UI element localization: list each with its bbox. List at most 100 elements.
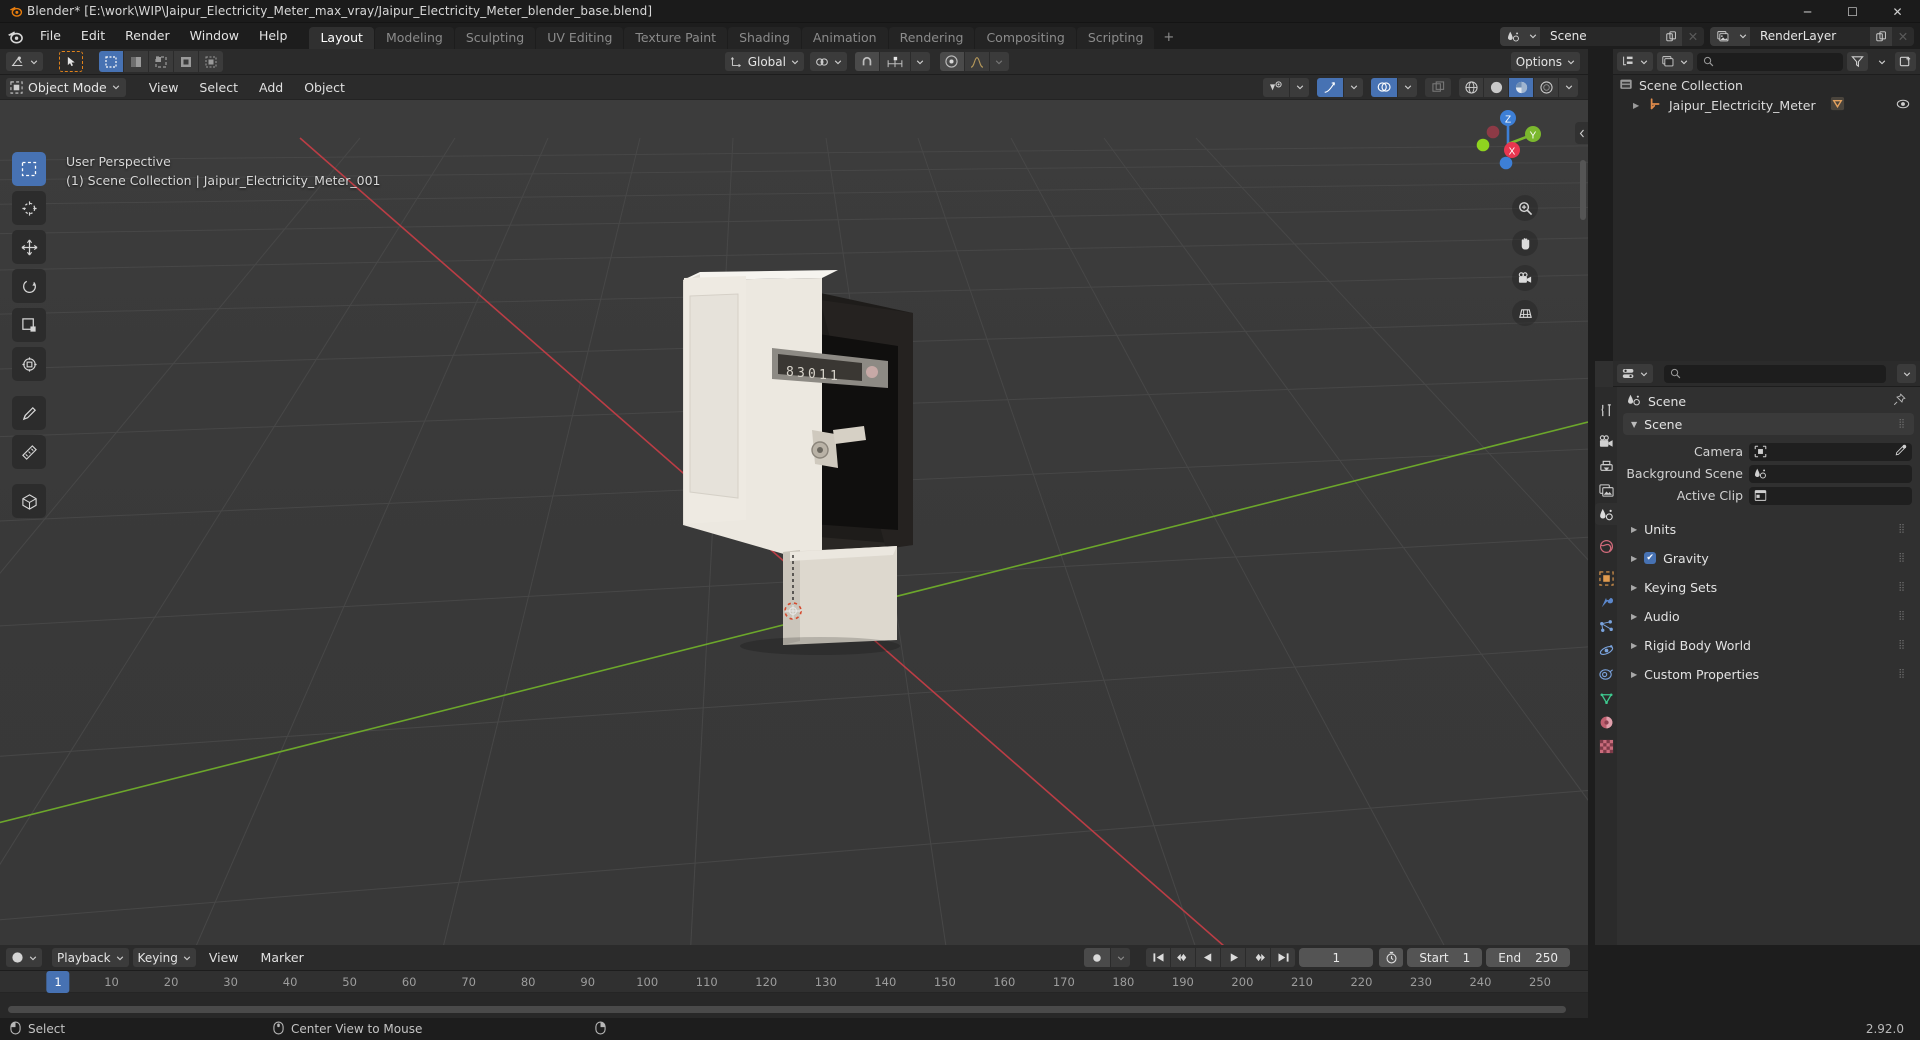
tab-output[interactable]: [1595, 455, 1617, 477]
magnet-icon[interactable]: [854, 52, 879, 71]
expand-triangle-icon[interactable]: ▶: [1631, 612, 1637, 621]
gizmo-dropdown-chevron-icon[interactable]: [1344, 77, 1363, 97]
timeline-body[interactable]: [0, 993, 1588, 1017]
tab-texture-paint[interactable]: Texture Paint: [624, 27, 728, 49]
select-intersect-icon[interactable]: [199, 51, 223, 72]
panel-grip-icon[interactable]: ⣿: [1898, 554, 1906, 563]
expand-triangle-icon[interactable]: ▶: [1631, 554, 1637, 563]
tool-measure[interactable]: [12, 435, 46, 469]
auto-keying-icon[interactable]: [1084, 948, 1111, 967]
tab-render[interactable]: [1595, 431, 1617, 453]
panel-grip-icon[interactable]: ⣿: [1898, 641, 1906, 650]
visibility-dropdown-chevron-icon[interactable]: [1290, 77, 1309, 97]
object-visibility-icon[interactable]: [1263, 77, 1289, 97]
panel-header-scene[interactable]: ▼ Scene ⣿: [1623, 413, 1914, 435]
tab-physics[interactable]: [1595, 639, 1617, 661]
panel-header-custom-properties[interactable]: ▶ Custom Properties ⣿: [1623, 663, 1914, 685]
select-invert-icon[interactable]: [174, 51, 198, 72]
unlink-scene-button[interactable]: ✕: [1682, 26, 1704, 46]
menu-help[interactable]: Help: [249, 23, 298, 49]
overlays-dropdown-chevron-icon[interactable]: [1398, 77, 1417, 97]
tool-scale[interactable]: [12, 308, 46, 342]
tool-cursor[interactable]: [12, 191, 46, 225]
tab-modeling[interactable]: Modeling: [374, 27, 454, 49]
outliner-filter-chevron-icon[interactable]: [1872, 52, 1891, 71]
snap-dropdown-chevron-icon[interactable]: [910, 52, 930, 71]
play-reverse-button[interactable]: [1196, 948, 1221, 967]
use-preview-range-icon[interactable]: [1379, 948, 1404, 967]
solid-shading-icon[interactable]: [1484, 77, 1508, 97]
jump-to-end-button[interactable]: [1271, 948, 1296, 967]
zoom-icon[interactable]: [1512, 195, 1538, 221]
jump-to-start-button[interactable]: [1146, 948, 1171, 967]
menu-render[interactable]: Render: [115, 23, 180, 49]
properties-search-input[interactable]: [1664, 364, 1886, 383]
xray-toggle-icon[interactable]: [1425, 77, 1451, 97]
tab-view-layer[interactable]: [1595, 479, 1617, 501]
properties-editor[interactable]: Scene ▼ Scene ⣿ Camera Background Scene …: [1595, 361, 1920, 945]
cursor-tool-icon[interactable]: [59, 51, 83, 72]
playhead[interactable]: 1: [46, 971, 70, 993]
tab-world[interactable]: [1595, 535, 1617, 557]
viewport-menu-view[interactable]: View: [140, 78, 188, 97]
select-box-icon[interactable]: [99, 51, 123, 72]
new-collection-icon[interactable]: [1895, 52, 1916, 71]
outliner-search-input[interactable]: [1697, 52, 1843, 71]
eyedropper-icon[interactable]: [1895, 444, 1907, 459]
falloff-curve-icon[interactable]: [964, 52, 989, 71]
select-subtract-icon[interactable]: [149, 51, 173, 72]
pan-hand-icon[interactable]: [1512, 230, 1538, 256]
add-workspace-button[interactable]: +: [1155, 27, 1182, 49]
scene-selector[interactable]: Scene ✕: [1500, 26, 1704, 46]
tab-material[interactable]: [1595, 711, 1617, 733]
scene-name-field[interactable]: Scene: [1540, 26, 1660, 46]
close-button[interactable]: ✕: [1875, 0, 1920, 23]
editor-divider-vertical[interactable]: [1588, 49, 1595, 1018]
start-frame-field[interactable]: Start 1: [1407, 948, 1483, 967]
blender-menu-icon[interactable]: [0, 23, 30, 49]
panel-header-keying-sets[interactable]: ▶ Keying Sets ⣿: [1623, 576, 1914, 598]
timeline-scrubber[interactable]: 10 20 30 40 50 60 70 80 90 100 110 120 130 140 150 160 1…: [0, 971, 1588, 993]
viewport-scrollbar[interactable]: [1580, 160, 1586, 220]
camera-view-icon[interactable]: [1512, 265, 1538, 291]
visibility-eye-icon[interactable]: [1896, 97, 1910, 114]
auto-keying-chevron-icon[interactable]: [1111, 948, 1131, 967]
previous-keyframe-button[interactable]: [1171, 948, 1196, 967]
mesh-data-icon[interactable]: [1830, 96, 1845, 114]
proportional-edit-icon[interactable]: [939, 52, 964, 71]
tab-scene[interactable]: [1595, 503, 1617, 525]
pin-icon[interactable]: [1893, 393, 1906, 409]
sidebar-toggle-icon[interactable]: [1575, 122, 1588, 144]
show-overlays-icon[interactable]: [1371, 77, 1397, 97]
tool-transform[interactable]: [12, 347, 46, 381]
tool-move[interactable]: [12, 230, 46, 264]
shading-dropdown-chevron-icon[interactable]: [1559, 77, 1578, 97]
new-view-layer-button[interactable]: [1870, 26, 1892, 46]
viewport-menu-add[interactable]: Add: [250, 78, 292, 97]
gravity-checkbox[interactable]: ✔: [1644, 552, 1657, 564]
field-active-clip[interactable]: [1749, 486, 1912, 505]
menu-edit[interactable]: Edit: [71, 23, 115, 49]
panel-header-units[interactable]: ▶ Units ⣿: [1623, 518, 1914, 540]
tab-compositing[interactable]: Compositing: [975, 27, 1076, 49]
expand-triangle-icon[interactable]: ▶: [1633, 101, 1643, 110]
tab-tool[interactable]: [1595, 399, 1617, 421]
panel-header-gravity[interactable]: ▶ ✔ Gravity ⣿: [1623, 547, 1914, 569]
panel-grip-icon[interactable]: ⣿: [1898, 612, 1906, 621]
expand-triangle-icon[interactable]: ▶: [1631, 583, 1637, 592]
panel-grip-icon[interactable]: ⣿: [1898, 525, 1906, 534]
tab-texture[interactable]: [1595, 735, 1617, 757]
tab-constraints[interactable]: [1595, 663, 1617, 685]
timeline-menu-playback[interactable]: Playback: [52, 948, 129, 967]
remove-view-layer-button[interactable]: ✕: [1892, 26, 1914, 46]
viewport-menu-select[interactable]: Select: [190, 78, 247, 97]
next-keyframe-button[interactable]: [1246, 948, 1271, 967]
tab-particles[interactable]: [1595, 615, 1617, 637]
timeline-horizontal-scrollbar[interactable]: [8, 1006, 1566, 1013]
tab-data[interactable]: [1595, 687, 1617, 709]
field-camera[interactable]: [1749, 442, 1912, 461]
outliner-editor-type-selector[interactable]: [1617, 52, 1653, 71]
view-layer-name-field[interactable]: RenderLayer: [1750, 26, 1870, 46]
expand-triangle-icon[interactable]: ▶: [1631, 670, 1637, 679]
properties-editor-type-selector[interactable]: [1617, 364, 1653, 383]
